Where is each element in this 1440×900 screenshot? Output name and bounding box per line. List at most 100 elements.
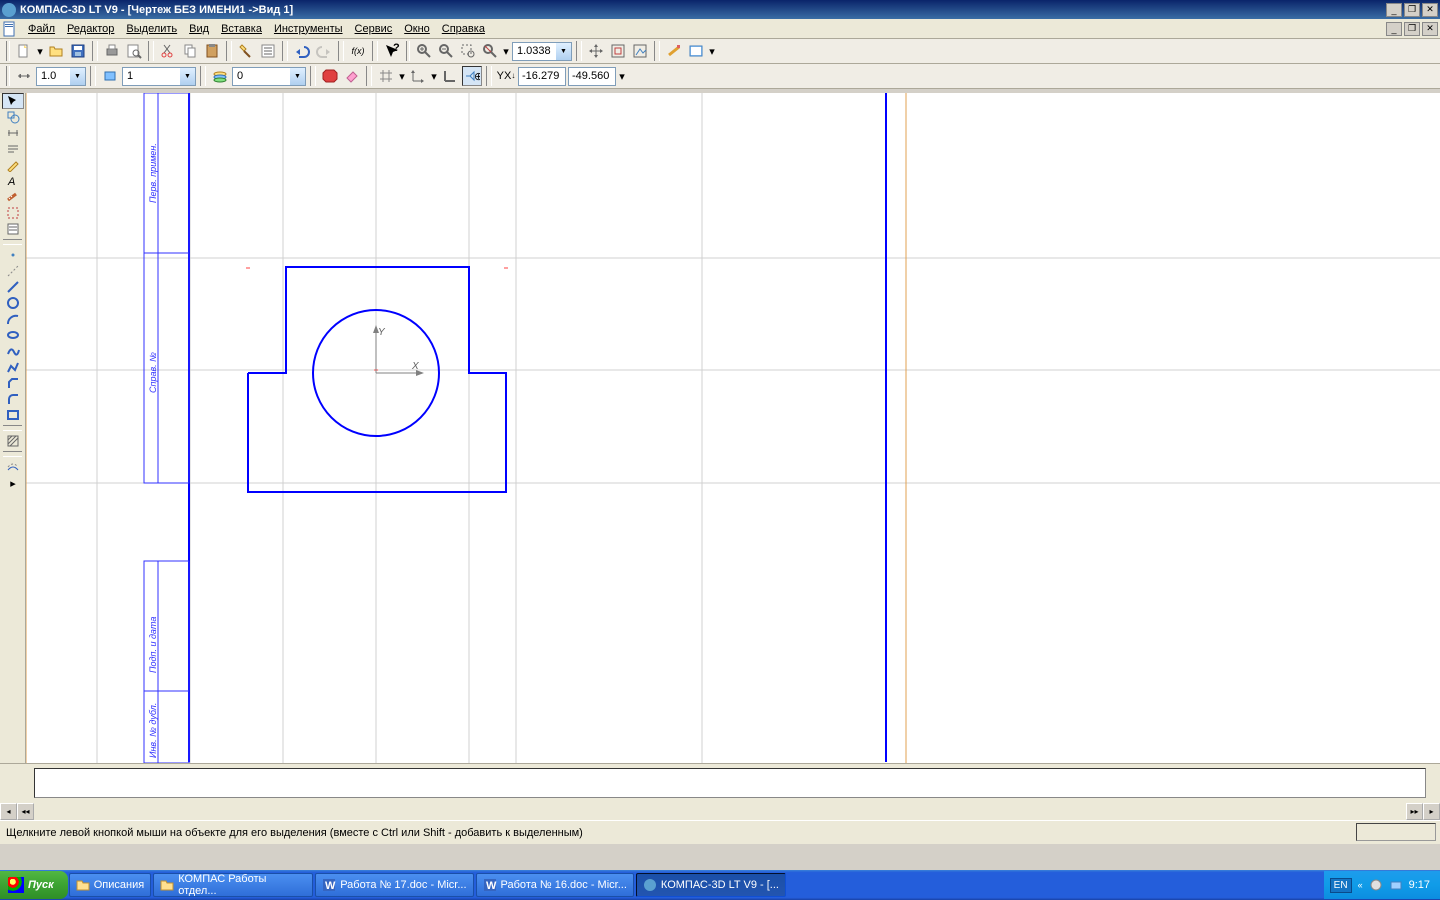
edit-tool[interactable] [2,157,24,173]
collect-tool[interactable]: ▸ [2,475,24,491]
cut-button[interactable] [158,41,178,61]
measure-tool[interactable] [2,189,24,205]
dimension-tool[interactable] [2,125,24,141]
canvas-area[interactable]: Перв. примен. Справ. № Подп. и дата Инв.… [26,93,1440,763]
undo-button[interactable] [292,41,312,61]
preview-button[interactable] [124,41,144,61]
variables-button[interactable]: f(x) [348,41,368,61]
menu-help[interactable]: Справка [436,21,491,37]
save-button[interactable] [68,41,88,61]
arc-tool[interactable] [2,311,24,327]
mdi-minimize-button[interactable]: _ [1386,22,1402,36]
format-painter-button[interactable] [236,41,256,61]
scroll-left2-btn[interactable]: ◂◂ [17,803,34,820]
chamfer-tool[interactable] [2,375,24,391]
layer-combo[interactable]: 0 ▼ [232,67,306,86]
redraw-button[interactable] [664,41,684,61]
pointer-tool[interactable] [2,93,24,109]
fillet-tool[interactable] [2,391,24,407]
menu-window[interactable]: Окно [398,21,436,37]
layer-button[interactable] [210,66,230,86]
coord-x-field[interactable]: -16.279 [518,67,566,86]
menu-service[interactable]: Сервис [349,21,399,37]
menu-file[interactable]: Файл [22,21,61,37]
stop-button[interactable] [320,66,340,86]
print-button[interactable] [102,41,122,61]
grid-button[interactable] [376,66,396,86]
refresh-dropdown[interactable]: ▾ [708,41,716,61]
menu-view[interactable]: Вид [183,21,215,37]
scrollbar-horizontal[interactable]: ◂ ◂◂ ▸▸ ▸ [0,803,1440,820]
zoom-region-button[interactable] [630,41,650,61]
layer-combo-btn[interactable]: ▼ [290,68,305,85]
grid-dropdown[interactable]: ▾ [398,66,406,86]
property-field[interactable] [34,768,1426,798]
ellipse-tool[interactable] [2,327,24,343]
rect-tool[interactable] [2,407,24,423]
zoom-out-button[interactable] [436,41,456,61]
copy-button[interactable] [180,41,200,61]
local-cs-button[interactable] [408,66,428,86]
view-combo[interactable]: 1 ▼ [122,67,196,86]
step-button[interactable] [14,66,34,86]
tray-chevron-icon[interactable]: « [1358,880,1363,890]
step-combo[interactable]: 1.0 ▼ [36,67,86,86]
start-button[interactable]: Пуск [0,871,68,899]
equidistant-tool[interactable] [2,459,24,475]
task-btn-3[interactable]: W Работа № 16.doc - Micr... [476,873,634,897]
mdi-close-button[interactable]: ✕ [1422,22,1438,36]
view-combo-btn[interactable]: ▼ [180,68,195,85]
zoom-window-button[interactable] [458,41,478,61]
param-tool[interactable]: A [2,173,24,189]
new-dropdown[interactable]: ▾ [36,41,44,61]
maximize-button[interactable]: ❐ [1404,3,1420,17]
paste-button[interactable] [202,41,222,61]
ortho-button[interactable] [440,66,460,86]
select-old-tool[interactable] [2,205,24,221]
pan-button[interactable] [586,41,606,61]
local-cs-dropdown[interactable]: ▾ [430,66,438,86]
view-state-button[interactable] [100,66,120,86]
point-tool[interactable] [2,247,24,263]
new-button[interactable] [14,41,34,61]
menu-insert[interactable]: Вставка [215,21,268,37]
hatch-tool[interactable] [2,433,24,449]
zoom-dropdown[interactable]: ▾ [502,41,510,61]
scroll-right-btn[interactable]: ▸ [1423,803,1440,820]
aux-line-tool[interactable] [2,263,24,279]
open-button[interactable] [46,41,66,61]
task-btn-1[interactable]: КОМПАС Работы отдел... [153,873,313,897]
menu-edit[interactable]: Редактор [61,21,120,37]
scroll-left-btn[interactable]: ◂ [0,803,17,820]
step-combo-btn[interactable]: ▼ [70,68,85,85]
task-btn-2[interactable]: W Работа № 17.doc - Micr... [315,873,473,897]
mdi-restore-button[interactable]: ❐ [1404,22,1420,36]
refresh-button[interactable] [686,41,706,61]
clock[interactable]: 9:17 [1409,879,1430,891]
eraser-button[interactable] [342,66,362,86]
round-button[interactable]: ⊕ [462,66,482,86]
polyline-tool[interactable] [2,359,24,375]
geometry-tool[interactable] [2,109,24,125]
scroll-right2-btn[interactable]: ▸▸ [1406,803,1423,820]
spec-tool[interactable] [2,221,24,237]
menu-select[interactable]: Выделить [120,21,183,37]
redo-button[interactable] [314,41,334,61]
menu-tools[interactable]: Инструменты [268,21,349,37]
zoom-fit-button[interactable] [608,41,628,61]
coord-y-field[interactable]: -49.560 [568,67,616,86]
tray-icon-2[interactable] [1389,878,1403,892]
coord-dropdown[interactable]: ▾ [618,66,626,86]
task-btn-4[interactable]: КОМПАС-3D LT V9 - [... [636,873,786,897]
whats-this-button[interactable]: ? [382,41,402,61]
properties-button[interactable] [258,41,278,61]
lang-indicator[interactable]: EN [1330,878,1352,893]
minimize-button[interactable]: _ [1386,3,1402,17]
zoom-in-button[interactable] [414,41,434,61]
close-button[interactable]: ✕ [1422,3,1438,17]
spline-tool[interactable] [2,343,24,359]
annotation-tool[interactable] [2,141,24,157]
zoom-combo[interactable]: 1.0338 ▼ [512,42,572,61]
zoom-combo-btn[interactable]: ▼ [556,43,571,60]
tray-icon-1[interactable] [1369,878,1383,892]
